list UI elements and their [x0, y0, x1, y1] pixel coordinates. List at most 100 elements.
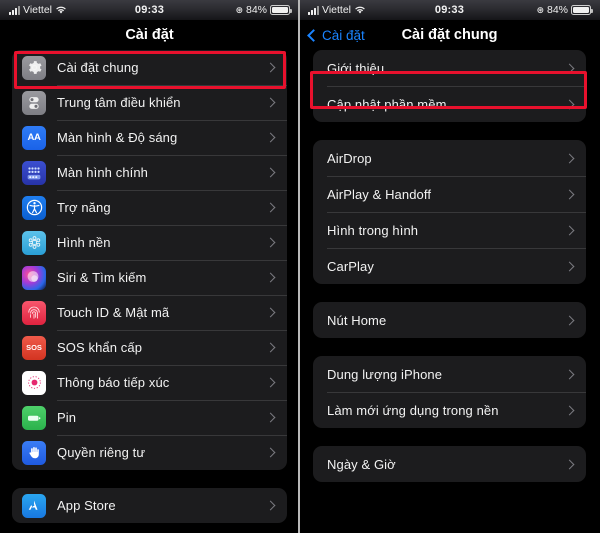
settings-row[interactable]: SOS SOS khẩn cấp [12, 330, 287, 365]
settings-group-main: Cài đặt chung Trung tâm điều khiển AA Màn h… [12, 50, 287, 470]
battery-icon [22, 405, 46, 430]
settings-row-label: SOS khẩn cấp [57, 340, 143, 355]
settings-row[interactable]: Cập nhật phần mềm [313, 86, 586, 122]
settings-row[interactable]: Dung lượng iPhone [313, 356, 586, 392]
chevron-right-icon [265, 132, 276, 143]
cellular-bars-icon [308, 5, 319, 15]
privacy-hand-icon [22, 440, 46, 465]
settings-row-label: Trợ năng [57, 200, 111, 215]
gear-icon [22, 55, 46, 80]
general-group-datetime: Ngày & Giờ [313, 446, 586, 482]
control-center-icon [22, 90, 46, 115]
status-bar-left-group: Viettel [9, 4, 67, 16]
settings-list-left[interactable]: Cài đặt chung Trung tâm điều khiển AA Màn h… [0, 50, 299, 533]
settings-row[interactable]: Touch ID & Mật mã [12, 295, 287, 330]
battery-icon [270, 5, 292, 15]
settings-row-label: Dung lượng iPhone [327, 366, 443, 382]
chevron-right-icon [265, 307, 276, 318]
exposure-notification-icon [22, 370, 46, 395]
settings-row-label: App Store [57, 498, 116, 513]
chevron-right-icon [564, 261, 575, 271]
back-button[interactable]: Cài đặt [307, 27, 365, 43]
settings-screen-right: Viettel 09:33 ⊛ 84% Cài đặt Cài đặt chun… [299, 0, 600, 533]
battery-icon [571, 5, 593, 15]
cellular-bars-icon [9, 5, 20, 15]
chevron-right-icon [265, 167, 276, 178]
chevron-right-icon [265, 377, 276, 388]
settings-row-label: Thông báo tiếp xúc [57, 375, 170, 390]
chevron-right-icon [564, 459, 575, 469]
display-brightness-icon: AA [22, 125, 46, 150]
settings-row[interactable]: Trung tâm điều khiển [12, 85, 287, 120]
back-button-label: Cài đặt [322, 27, 365, 43]
settings-row[interactable]: Pin [12, 400, 287, 435]
settings-group-appstore: App Store [12, 488, 287, 523]
settings-row[interactable]: Hình trong hình [313, 212, 586, 248]
general-group-storage: Dung lượng iPhone Làm mới ứng dụng trong … [313, 356, 586, 428]
general-group-home-button: Nút Home [313, 302, 586, 338]
settings-row[interactable]: Hình nền [12, 225, 287, 260]
nav-bar-left: Cài đặt [0, 20, 299, 50]
touch-id-icon [22, 300, 46, 325]
chevron-right-icon [564, 189, 575, 199]
status-bar-left-group-2: Viettel [308, 4, 366, 16]
chevron-right-icon [564, 405, 575, 415]
settings-row[interactable]: Thông báo tiếp xúc [12, 365, 287, 400]
chevron-right-icon [265, 97, 276, 108]
chevron-right-icon [564, 99, 575, 109]
chevron-right-icon [265, 62, 276, 73]
home-screen-icon [22, 160, 46, 185]
settings-row-label: Làm mới ứng dụng trong nền [327, 402, 499, 418]
carrier-label: Viettel [322, 4, 351, 16]
wifi-icon [354, 5, 366, 15]
settings-row[interactable]: CarPlay [313, 248, 586, 284]
battery-percent-label: 84% [245, 4, 267, 16]
nav-bar-right: Cài đặt Cài đặt chung [299, 20, 600, 50]
settings-row-label: Màn hình chính [57, 165, 149, 180]
settings-row-label: Ngày & Giờ [327, 456, 396, 472]
rotation-lock-icon: ⊛ [235, 4, 243, 15]
chevron-right-icon [564, 153, 575, 163]
battery-percent-label: 84% [546, 4, 568, 16]
accessibility-icon [22, 195, 46, 220]
wifi-icon [55, 5, 67, 15]
settings-row[interactable]: Giới thiệu [313, 50, 586, 86]
siri-icon [22, 265, 46, 290]
settings-row-label: Trung tâm điều khiển [57, 95, 181, 110]
chevron-right-icon [265, 237, 276, 248]
settings-row[interactable]: Ngày & Giờ [313, 446, 586, 482]
settings-row-label: AirDrop [327, 150, 372, 166]
settings-row-label: Màn hình & Độ sáng [57, 130, 178, 145]
wallpaper-icon [22, 230, 46, 255]
rotation-lock-icon: ⊛ [536, 4, 544, 15]
settings-row-label: Hình nền [57, 235, 111, 250]
chevron-right-icon [564, 369, 575, 379]
status-bar-right: Viettel 09:33 ⊛ 84% [299, 0, 600, 20]
settings-row[interactable]: AA Màn hình & Độ sáng [12, 120, 287, 155]
settings-row[interactable]: Trợ năng [12, 190, 287, 225]
settings-row-label: CarPlay [327, 258, 374, 274]
general-group-airdrop: AirDrop AirPlay & Handoff Hình trong hình C… [313, 140, 586, 284]
settings-list-right[interactable]: Giới thiệu Cập nhật phần mềm AirDrop AirPl… [299, 50, 600, 533]
settings-row[interactable]: Quyền riêng tư [12, 435, 287, 470]
settings-row[interactable]: AirPlay & Handoff [313, 176, 586, 212]
page-title-left: Cài đặt [125, 27, 174, 43]
settings-row[interactable]: Nút Home [313, 302, 586, 338]
chevron-right-icon [265, 447, 276, 458]
carrier-label: Viettel [23, 4, 52, 16]
chevron-right-icon [265, 342, 276, 353]
settings-row[interactable]: AirDrop [313, 140, 586, 176]
settings-row[interactable]: Màn hình chính [12, 155, 287, 190]
settings-row-label: Nút Home [327, 312, 387, 328]
app-store-icon [22, 493, 46, 518]
settings-row[interactable]: App Store [12, 488, 287, 523]
settings-row[interactable]: Siri & Tìm kiếm [12, 260, 287, 295]
chevron-right-icon [265, 202, 276, 213]
chevron-left-icon [307, 28, 320, 42]
settings-row-label: Cài đặt chung [57, 60, 139, 75]
settings-row-label: Quyền riêng tư [57, 445, 146, 460]
settings-row[interactable]: Cài đặt chung [12, 50, 287, 85]
panel-divider [298, 0, 300, 533]
settings-row[interactable]: Làm mới ứng dụng trong nền [313, 392, 586, 428]
settings-row-label: AirPlay & Handoff [327, 186, 432, 202]
